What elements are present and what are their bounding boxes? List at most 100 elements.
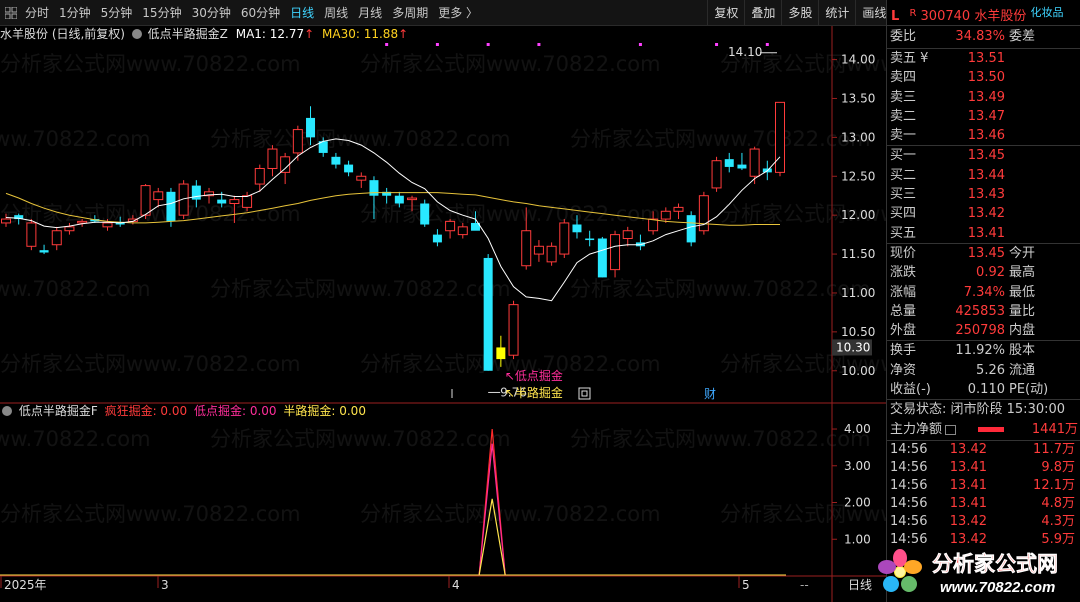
indicator-settings-icon-2[interactable] — [2, 406, 12, 416]
chart-area[interactable]: 分析家公式网www.70822.com 分析家公式网www.70822.com 分析… — [0, 26, 886, 602]
stat2-row-2[interactable]: 收益(-) 0.110 PE(动) — [887, 380, 1080, 399]
stat-row-0[interactable]: 现价 13.45 今开 — [887, 244, 1080, 263]
watermark-text: 分析家公式网www.70822.com — [0, 52, 301, 76]
sell-book: 卖五 ¥ 13.51 卖四 13.50 卖三 13.49 卖二 13.47 卖一 13.46 — [887, 49, 1080, 145]
watermark-text: 分析家公式网www.70822.com — [570, 427, 871, 451]
buy-row-4[interactable]: 买五 13.41 — [887, 224, 1080, 243]
period-tab-2[interactable]: 5分钟 — [96, 0, 138, 26]
indicator-settings-icon[interactable] — [131, 29, 142, 39]
tick-volume: 9.8万 — [1041, 460, 1075, 476]
tick-time: 14:56 — [890, 496, 928, 512]
period-tab-8[interactable]: 月线 — [353, 0, 387, 26]
period-tab-1[interactable]: 1分钟 — [54, 0, 96, 26]
stat2-row-0-label: 换手 — [890, 343, 917, 359]
period-tab-7[interactable]: 周线 — [319, 0, 353, 26]
stat-row-2[interactable]: 涨幅 7.34% 最低 — [887, 283, 1080, 302]
tick-list[interactable]: 14:56 13.42 11.7万 14:56 13.41 9.8万 14:56 13.41 1… — [887, 441, 1080, 549]
tick-time: 14:56 — [890, 460, 928, 476]
date-label: 2025年 — [4, 578, 47, 592]
price-tick-label: 11.50 — [841, 247, 875, 261]
stats-box: 现价 13.45 今开 涨跌 0.92 最高 涨幅 7.34% 最低 总量 425853 量比 外盘 25… — [887, 244, 1080, 340]
stat-row-3[interactable]: 总量 425853 量比 — [887, 302, 1080, 321]
watermark-text: 分析家公式网www.70822.com — [210, 427, 511, 451]
main-flow-bar — [978, 427, 1005, 433]
period-label-bottom: 日线 — [848, 578, 872, 592]
sell-row-3-value: 13.47 — [967, 108, 1005, 124]
sell-row-3[interactable]: 卖二 13.47 — [887, 107, 1080, 126]
stat-row-4-label: 外盘 — [890, 323, 917, 339]
buy-row-2[interactable]: 买三 13.43 — [887, 185, 1080, 204]
candle — [331, 152, 341, 169]
period-tab-6[interactable]: 日线 — [285, 0, 319, 26]
stat-row-4[interactable]: 外盘 250798 内盘 — [887, 321, 1080, 340]
period-tab-4[interactable]: 30分钟 — [187, 0, 236, 26]
period-tab-0[interactable]: 分时 — [20, 0, 54, 26]
tick-time: 14:56 — [890, 442, 928, 458]
grid-icon[interactable] — [5, 6, 17, 19]
half-gold-label: 半路掘金: 0.00 — [283, 404, 366, 418]
sell-row-1[interactable]: 卖四 13.50 — [887, 68, 1080, 87]
watermark-text: 分析家公式网www.70822.com — [210, 277, 511, 301]
candle — [39, 244, 49, 255]
tick-time: 14:56 — [890, 478, 928, 494]
stat2-row-1[interactable]: 净资 5.26 流通 — [887, 361, 1080, 380]
sector-label[interactable]: 化妆品 — [1030, 6, 1063, 19]
main-flow-menu-icon[interactable] — [945, 425, 957, 436]
stat2-row-2-label2: PE(动) — [1009, 382, 1049, 398]
candle — [698, 191, 709, 235]
stat2-row-1-label: 净资 — [890, 362, 917, 378]
indicator-name[interactable]: 低点半路掘金Z — [148, 27, 228, 41]
ma1-arrow: ↑ — [304, 27, 315, 41]
candle — [559, 219, 570, 258]
toolbar-button-3[interactable]: 统计 — [818, 0, 855, 26]
logo-url: www.70822.com — [940, 579, 1055, 596]
toolbar-button-0[interactable]: 复权 — [707, 0, 744, 26]
sell-row-0[interactable]: 卖五 ¥ 13.51 — [887, 49, 1080, 68]
candle — [508, 300, 519, 360]
stock-title: 水羊股份 (日线,前复权) — [0, 27, 125, 41]
price-tick-label: 11.00 — [841, 286, 875, 300]
buy-row-1[interactable]: 买二 13.44 — [887, 166, 1080, 185]
period-tab-10[interactable]: 更多 〉 — [433, 0, 483, 26]
candle — [585, 230, 595, 247]
sell-row-0-label: 卖五 ¥ — [890, 51, 929, 66]
watermark-text: 分析家公式网www.70822.com — [570, 277, 871, 301]
candle — [356, 172, 367, 188]
ma30-arrow: ↑ — [398, 27, 409, 41]
stats2-box: 换手 11.92% 股本 净资 5.26 流通 收益(-) 0.110 PE(动) — [887, 341, 1080, 399]
main-flow-row: 主力净额 1441万 — [887, 420, 1080, 440]
indicator-legend: 低点半路掘金F 疯狂掘金: 0.00 低点掘金: 0.00 半路掘金: 0.00 — [0, 403, 366, 419]
signal-dot — [385, 43, 389, 46]
buy-row-1-value: 13.44 — [967, 167, 1005, 183]
toolbar-button-1[interactable]: 叠加 — [744, 0, 781, 26]
candle — [711, 156, 722, 192]
candle — [737, 152, 747, 171]
period-tab-3[interactable]: 15分钟 — [137, 0, 186, 26]
stat2-row-0[interactable]: 换手 11.92% 股本 — [887, 341, 1080, 360]
period-tab-9[interactable]: 多周期 — [387, 0, 433, 26]
buy-row-3[interactable]: 买四 13.42 — [887, 204, 1080, 223]
watermark-text: 分析家公式网www.70822.com — [0, 352, 301, 376]
candle — [673, 203, 684, 220]
candle — [420, 199, 430, 227]
buy-row-0-value: 13.45 — [967, 148, 1005, 164]
signal-dot — [638, 43, 642, 46]
signal-dot — [537, 43, 541, 46]
tick-row: 14:56 13.42 4.3万 — [887, 513, 1080, 531]
price-cursor-label: 10.30 — [836, 340, 870, 354]
indicator-sub-name[interactable]: 低点半路掘金F — [19, 404, 98, 418]
candle — [597, 236, 607, 278]
buy-row-3-label: 买四 — [890, 206, 917, 222]
l-badge: L — [891, 9, 900, 24]
buy-row-0[interactable]: 买一 13.45 — [887, 146, 1080, 165]
sell-row-2[interactable]: 卖三 13.49 — [887, 88, 1080, 107]
sell-row-4[interactable]: 卖一 13.46 — [887, 126, 1080, 145]
watermark-text: 分析家公式网www.70822.com — [570, 127, 871, 151]
stat-row-1[interactable]: 涨跌 0.92 最高 — [887, 263, 1080, 282]
stat2-row-2-label: 收益(-) — [890, 382, 931, 398]
quote-panel: L R 300740 水羊股份 化妆品 委比 34.83% 委差 卖五 ¥ 13.… — [886, 0, 1080, 602]
toolbar-button-2[interactable]: 多股 — [781, 0, 818, 26]
r-badge: R — [909, 8, 917, 19]
period-tab-5[interactable]: 60分钟 — [236, 0, 285, 26]
ma30-label: MA30: 11.88 — [322, 27, 399, 41]
